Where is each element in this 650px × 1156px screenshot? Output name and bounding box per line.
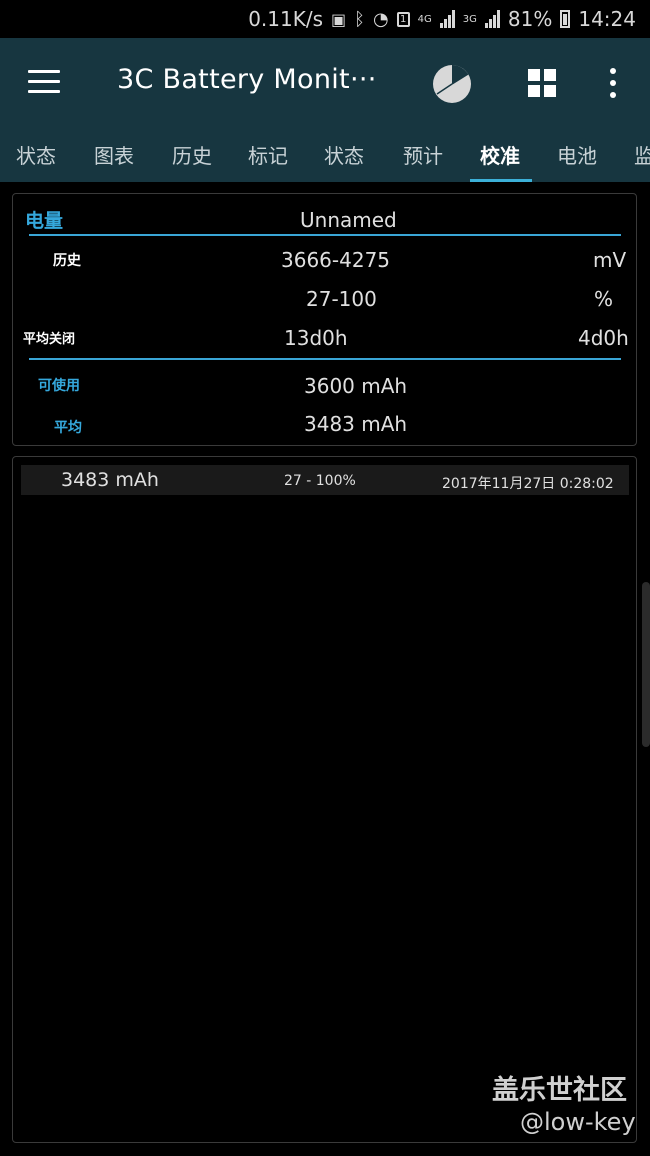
list-item[interactable]: 3483 mAh 27 - 100% 2017年11月27日 0:28:02 [21,465,629,495]
signal-icon-2 [484,10,500,28]
wifi-icon: ◔ [372,8,389,30]
tab-charts[interactable]: 图表 [94,140,134,169]
calibration-summary-panel: 电量 Unnamed 历史 3666-4275 mV 27-100 % 平均关闭… [12,193,637,446]
device-name: Unnamed [300,208,397,232]
status-bar: 0.11K/s ▣ ᛒ ◔ 1 4G 3G 81% 14:24 [0,0,650,38]
net-speed: 0.11K/s [248,7,323,31]
net-3g: 3G [462,13,477,25]
tab-battery[interactable]: 电池 [557,140,597,169]
average-value: 3483 mAh [304,412,408,436]
signal-icon [439,10,455,28]
history-datetime: 2017年11月27日 0:28:02 [442,476,614,492]
voltage-unit: mV [593,248,627,272]
scrollbar[interactable] [642,582,650,747]
history-range: 27 - 100% [284,473,356,489]
sim-icon: 1 [396,11,410,27]
bluetooth-icon: ᛒ [354,8,365,30]
capacity-label: 电量 [25,210,64,232]
history-capacity: 3483 mAh [61,469,159,491]
tab-indicator [470,179,532,182]
avg-off-value-2: 4d0h [578,326,629,350]
more-vert-icon[interactable] [610,68,618,100]
battery-percent: 81% [507,7,553,31]
tab-calibration[interactable]: 校准 [480,140,520,169]
voltage-range: 3666-4275 [281,248,391,272]
tab-history[interactable]: 历史 [172,140,212,169]
battery-icon [560,10,571,28]
average-label: 平均 [54,420,82,436]
avg-off-label: 平均关闭 [23,332,76,347]
watermark-site: 盖乐世社区 [492,1075,627,1106]
net-4g: 4G [417,13,432,25]
avg-off-value-1: 13d0h [284,326,348,350]
divider-bottom [29,358,621,360]
divider-top [29,234,621,236]
tab-monitor[interactable]: 监 [634,140,650,169]
percent-range: 27-100 [306,287,377,311]
history-label: 历史 [53,253,81,269]
photo-icon: ▣ [331,9,347,29]
toolbar: 3C Battery Monit··· [0,38,650,130]
tab-estimate[interactable]: 预计 [403,140,443,169]
clock: 14:24 [578,7,636,31]
percent-unit: % [594,287,614,311]
tab-marks[interactable]: 标记 [248,140,288,169]
watermark-user: @low-key [520,1108,636,1136]
pie-chart-icon[interactable] [430,62,474,106]
tab-bar: 状态 图表 历史 标记 状态 预计 校准 电池 监 [0,130,650,182]
calibration-history-panel: 3483 mAh 27 - 100% 2017年11月27日 0:28:02 [12,456,637,1143]
menu-icon[interactable] [28,70,60,94]
tab-status[interactable]: 状态 [16,140,56,169]
usable-label: 可使用 [38,378,80,394]
grid-icon[interactable] [528,69,556,97]
app-root: 0.11K/s ▣ ᛒ ◔ 1 4G 3G 81% 14:24 3C Batte… [0,0,650,1156]
usable-value: 3600 mAh [304,374,408,398]
tab-status-2[interactable]: 状态 [324,140,364,169]
app-title: 3C Battery Monit··· [117,64,377,95]
